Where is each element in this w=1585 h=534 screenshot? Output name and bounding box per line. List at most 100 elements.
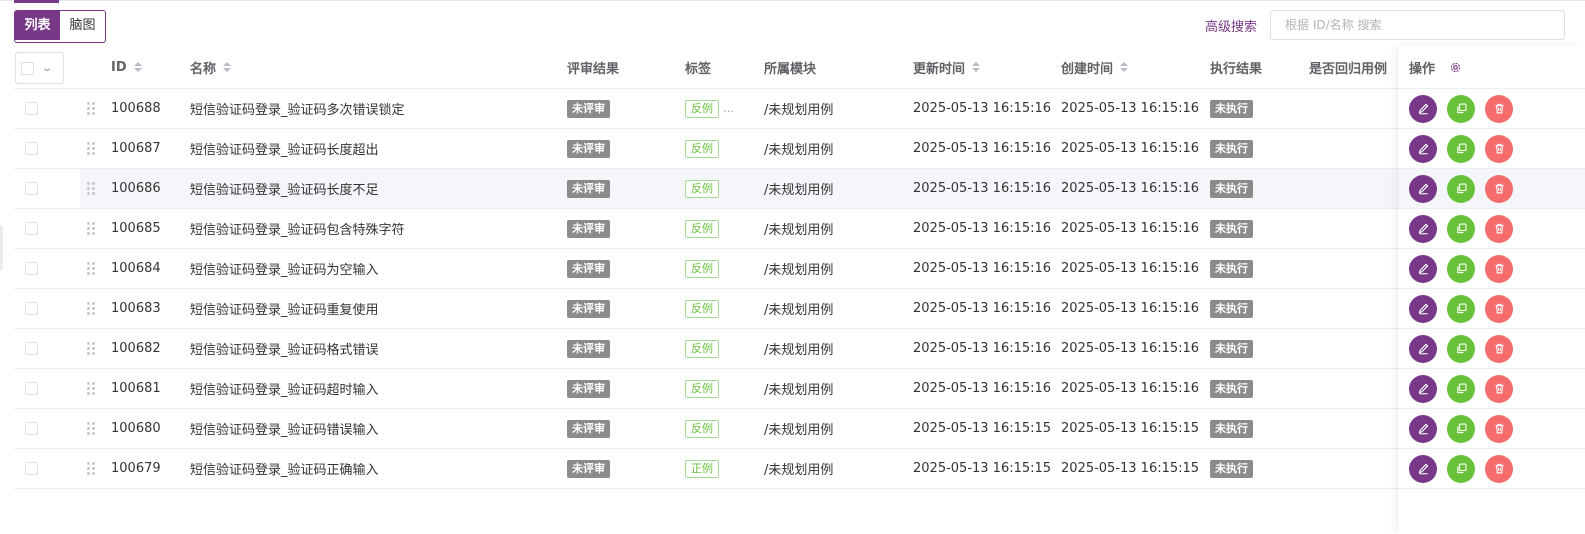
copy-button[interactable] (1447, 254, 1475, 283)
drag-handle-icon[interactable] (87, 169, 95, 208)
table-row[interactable]: 100681 短信验证码登录_验证码超时输入 未评审 反例 /未规划用例 202… (14, 369, 1399, 409)
col-id[interactable]: ID (111, 46, 142, 88)
edit-button[interactable] (1409, 334, 1437, 363)
case-name[interactable]: 短信验证码登录_验证码重复使用 (190, 289, 379, 328)
table-row[interactable]: 100679 短信验证码登录_验证码正确输入 未评审 正例 /未规划用例 202… (14, 449, 1399, 489)
select-all-checkbox[interactable] (21, 61, 34, 75)
edit-button[interactable] (1409, 94, 1437, 123)
delete-button[interactable] (1485, 94, 1513, 123)
delete-button[interactable] (1485, 454, 1513, 483)
drag-handle-icon[interactable] (87, 449, 95, 488)
edit-button[interactable] (1409, 414, 1437, 443)
delete-button[interactable] (1485, 174, 1513, 203)
drag-handle-icon[interactable] (87, 329, 95, 368)
copy-button[interactable] (1447, 334, 1475, 363)
gear-icon[interactable] (1449, 61, 1462, 74)
col-created[interactable]: 创建时间 (1061, 46, 1129, 88)
drag-handle-icon[interactable] (87, 129, 95, 168)
col-name[interactable]: 名称 (190, 46, 232, 88)
drag-handle-icon[interactable] (87, 409, 95, 448)
delete-button[interactable] (1485, 214, 1513, 243)
case-name[interactable]: 短信验证码登录_验证码超时输入 (190, 369, 379, 408)
edit-button[interactable] (1409, 134, 1437, 163)
case-id[interactable]: 100688 (111, 89, 161, 128)
copy-button[interactable] (1447, 414, 1475, 443)
edit-button[interactable] (1409, 454, 1437, 483)
case-name[interactable]: 短信验证码登录_验证码为空输入 (190, 249, 379, 288)
edit-button[interactable] (1409, 374, 1437, 403)
sort-caret-icon[interactable] (972, 62, 981, 72)
case-id[interactable]: 100679 (111, 449, 161, 488)
sort-caret-icon[interactable] (1120, 62, 1129, 72)
sort-caret-icon[interactable] (223, 62, 232, 72)
copy-button[interactable] (1447, 294, 1475, 323)
case-id[interactable]: 100681 (111, 369, 161, 408)
table-row[interactable]: 100684 短信验证码登录_验证码为空输入 未评审 反例 /未规划用例 202… (14, 249, 1399, 289)
row-checkbox[interactable] (25, 262, 38, 275)
case-name[interactable]: 短信验证码登录_验证码格式错误 (190, 329, 379, 368)
table-row[interactable]: 100680 短信验证码登录_验证码错误输入 未评审 反例 /未规划用例 202… (14, 409, 1399, 449)
case-id[interactable]: 100685 (111, 209, 161, 248)
drag-handle-icon[interactable] (87, 89, 95, 128)
copy-button[interactable] (1447, 94, 1475, 123)
delete-button[interactable] (1485, 334, 1513, 363)
table-row[interactable]: 100688 短信验证码登录_验证码多次错误锁定 未评审 反例 … /未规划用例… (14, 89, 1399, 129)
copy-button[interactable] (1447, 374, 1475, 403)
edit-button[interactable] (1409, 294, 1437, 323)
delete-button[interactable] (1485, 254, 1513, 283)
advanced-search-link[interactable]: 高级搜索 (1205, 16, 1257, 35)
case-name[interactable]: 短信验证码登录_验证码正确输入 (190, 449, 379, 488)
more-tags-indicator[interactable]: … (723, 102, 734, 115)
chevron-down-icon[interactable]: ⌄ (41, 63, 53, 74)
case-name[interactable]: 短信验证码登录_验证码多次错误锁定 (190, 89, 405, 128)
case-name[interactable]: 短信验证码登录_验证码长度不足 (190, 169, 379, 208)
batch-select-dropdown[interactable]: ⌄ (15, 52, 64, 84)
copy-button[interactable] (1447, 134, 1475, 163)
edit-button[interactable] (1409, 174, 1437, 203)
copy-button[interactable] (1447, 174, 1475, 203)
row-checkbox[interactable] (25, 382, 38, 395)
drag-handle-icon[interactable] (87, 289, 95, 328)
case-id[interactable]: 100684 (111, 249, 161, 288)
case-name[interactable]: 短信验证码登录_验证码错误输入 (190, 409, 379, 448)
mind-map-view-button[interactable]: 脑图 (60, 11, 105, 40)
row-checkbox[interactable] (25, 142, 38, 155)
case-id[interactable]: 100686 (111, 169, 161, 208)
delete-button[interactable] (1485, 134, 1513, 163)
row-checkbox[interactable] (25, 422, 38, 435)
case-id[interactable]: 100683 (111, 289, 161, 328)
row-checkbox[interactable] (25, 302, 38, 315)
drag-handle-icon[interactable] (87, 209, 95, 248)
side-collapse-handle[interactable] (0, 225, 3, 270)
row-checkbox[interactable] (25, 462, 38, 475)
case-id[interactable]: 100680 (111, 409, 161, 448)
case-name[interactable]: 短信验证码登录_验证码包含特殊字符 (190, 209, 405, 248)
edit-button[interactable] (1409, 214, 1437, 243)
drag-handle-icon[interactable] (87, 249, 95, 288)
row-checkbox[interactable] (25, 182, 38, 195)
table-row[interactable]: 100686 短信验证码登录_验证码长度不足 未评审 反例 /未规划用例 202… (14, 169, 1399, 209)
table-row[interactable]: 100682 短信验证码登录_验证码格式错误 未评审 反例 /未规划用例 202… (14, 329, 1399, 369)
delete-button[interactable] (1485, 374, 1513, 403)
search-input[interactable] (1270, 10, 1565, 40)
drag-handle-icon[interactable] (87, 369, 95, 408)
delete-button[interactable] (1485, 414, 1513, 443)
row-checkbox[interactable] (25, 102, 38, 115)
case-name[interactable]: 短信验证码登录_验证码长度超出 (190, 129, 379, 168)
row-checkbox[interactable] (25, 342, 38, 355)
edit-button[interactable] (1409, 254, 1437, 283)
copy-button[interactable] (1447, 214, 1475, 243)
case-id[interactable]: 100682 (111, 329, 161, 368)
list-view-button[interactable]: 列表 (15, 11, 60, 40)
table-row[interactable]: 100683 短信验证码登录_验证码重复使用 未评审 反例 /未规划用例 202… (14, 289, 1399, 329)
col-updated[interactable]: 更新时间 (913, 46, 981, 88)
sort-caret-icon[interactable] (133, 62, 142, 72)
table-row[interactable]: 100685 短信验证码登录_验证码包含特殊字符 未评审 反例 /未规划用例 2… (14, 209, 1399, 249)
row-checkbox[interactable] (25, 222, 38, 235)
exec-result-cell: 未执行 (1210, 249, 1253, 288)
copy-button[interactable] (1447, 454, 1475, 483)
delete-button[interactable] (1485, 294, 1513, 323)
case-id[interactable]: 100687 (111, 129, 161, 168)
table-row[interactable]: 100687 短信验证码登录_验证码长度超出 未评审 反例 /未规划用例 202… (14, 129, 1399, 169)
exec-result-badge: 未执行 (1210, 139, 1253, 158)
